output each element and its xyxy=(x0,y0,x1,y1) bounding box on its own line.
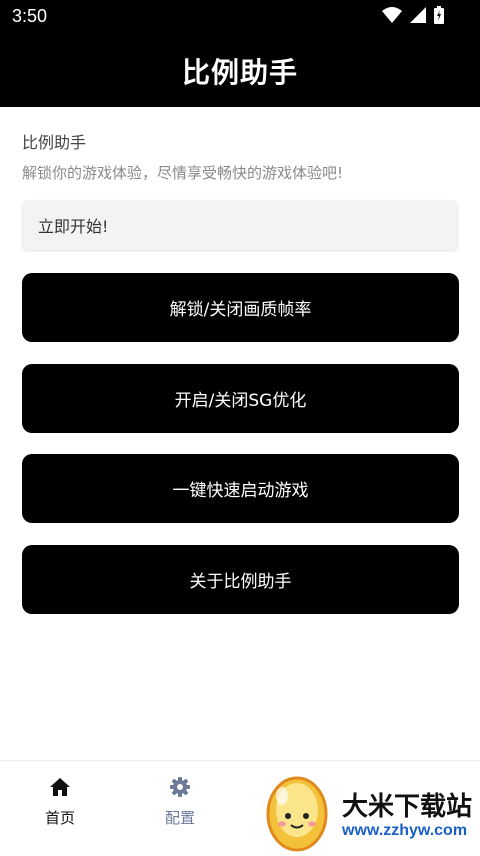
toggle-sg-optimization-button[interactable]: 开启/关闭SG优化 xyxy=(22,364,459,433)
status-time: 3:50 xyxy=(12,6,48,26)
rice-mascot-icon xyxy=(264,770,330,856)
action-label: 一键快速启动游戏 xyxy=(172,481,309,501)
nav-label-config: 配置 xyxy=(164,809,195,827)
app-bar: 比例助手 xyxy=(0,34,480,107)
watermark-url: www.zzhyw.com xyxy=(342,822,468,839)
app-title: 比例助手 xyxy=(181,55,298,89)
nav-item-config[interactable]: 配置 xyxy=(140,777,220,828)
battery-icon xyxy=(434,6,444,28)
watermark-title: 大米下载站 xyxy=(342,792,473,822)
action-label: 开启/关闭SG优化 xyxy=(174,391,307,411)
signal-icon xyxy=(410,7,426,27)
gear-icon xyxy=(170,777,190,801)
wifi-icon xyxy=(382,7,402,27)
about-button[interactable]: 关于比例助手 xyxy=(22,545,459,614)
watermark: 大米下载站 www.zzhyw.com xyxy=(260,768,480,853)
quick-launch-game-button[interactable]: 一键快速启动游戏 xyxy=(22,454,459,523)
action-label: 解锁/关闭画质帧率 xyxy=(169,300,312,320)
nav-item-home[interactable]: 首页 xyxy=(20,777,100,828)
start-now-card[interactable]: 立即开始! xyxy=(22,200,458,250)
nav-label-home: 首页 xyxy=(44,809,75,827)
intro-subtitle: 解锁你的游戏体验，尽情享受畅快的游戏体验吧! xyxy=(22,164,344,182)
toggle-quality-framerate-button[interactable]: 解锁/关闭画质帧率 xyxy=(22,273,459,342)
intro-heading: 比例助手 xyxy=(22,133,87,152)
home-icon xyxy=(49,777,71,801)
action-label: 关于比例助手 xyxy=(189,572,292,592)
start-now-label: 立即开始! xyxy=(38,217,109,236)
status-icons xyxy=(382,6,444,28)
status-bar: 3:50 xyxy=(0,0,480,34)
